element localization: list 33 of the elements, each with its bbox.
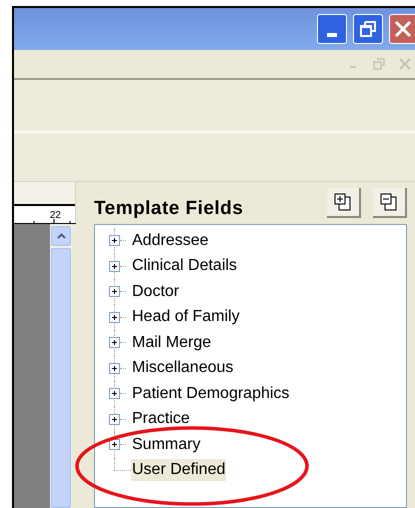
tree-item[interactable]: Addressee (131, 230, 210, 252)
tree-item[interactable]: User Defined (131, 459, 226, 482)
expand-icon[interactable] (109, 388, 120, 400)
ruler-label: 22 (50, 211, 61, 221)
panel-title: Template Fields (94, 199, 244, 218)
collapse-all-button[interactable] (373, 188, 407, 218)
close-button[interactable] (389, 14, 415, 44)
expand-icon[interactable] (109, 235, 120, 246)
tree-item[interactable]: Patient Demographics (131, 382, 290, 405)
restore-button[interactable] (353, 14, 383, 44)
expand-icon[interactable] (109, 337, 120, 348)
scroll-up-button[interactable] (51, 226, 71, 246)
tree-item[interactable]: Mail Merge (131, 332, 212, 354)
expand-icon[interactable] (109, 312, 120, 323)
tree-item[interactable]: Clinical Details (131, 255, 238, 278)
tree-item[interactable]: Head of Family (131, 306, 241, 328)
tree-item[interactable]: Summary (131, 434, 202, 456)
expand-icon[interactable] (109, 362, 120, 374)
close-icon (394, 20, 412, 38)
collapse-all-icon (380, 193, 398, 211)
expand-icon[interactable] (109, 286, 120, 298)
tree-item[interactable]: Miscellaneous (131, 357, 234, 380)
minimize-icon (327, 33, 337, 37)
expand-all-button[interactable] (327, 188, 361, 218)
scrollbar[interactable] (50, 224, 72, 508)
scroll-thumb[interactable] (51, 248, 71, 508)
restore-icon (360, 21, 376, 37)
expand-icon[interactable] (109, 414, 120, 425)
expand-all-icon (334, 193, 352, 211)
expand-icon[interactable] (109, 260, 120, 272)
tree-item[interactable]: Practice (131, 408, 191, 430)
minimize-button[interactable] (317, 14, 347, 44)
tree-item[interactable]: Doctor (131, 280, 180, 303)
